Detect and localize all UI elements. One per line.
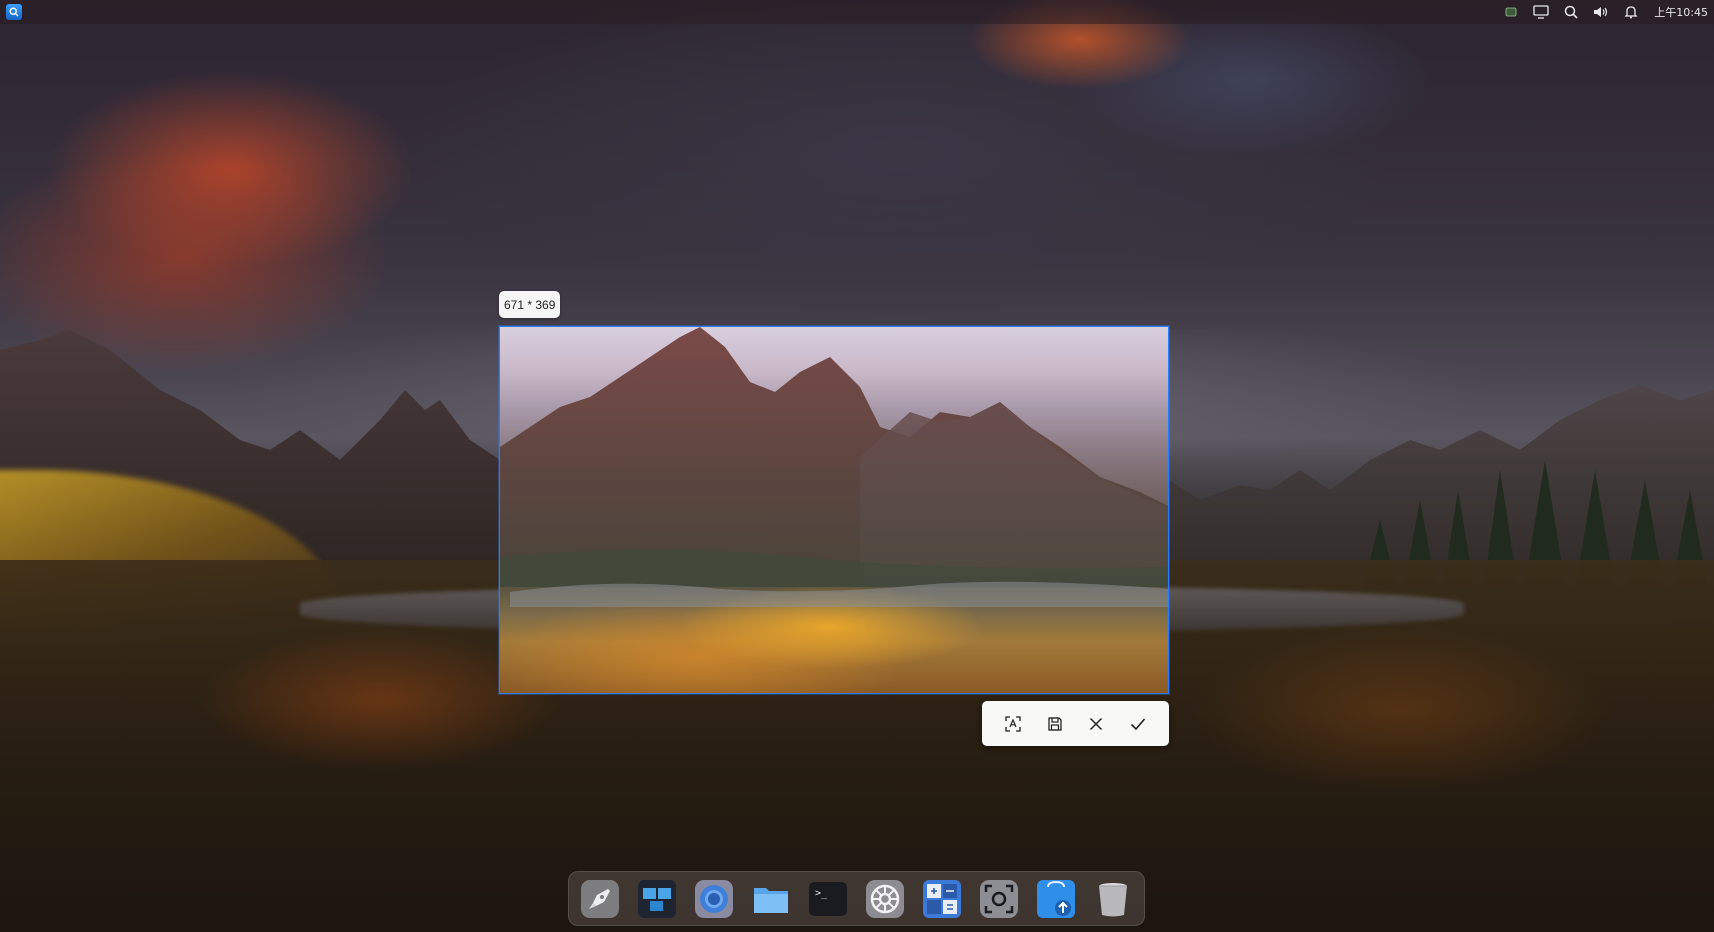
confirm-button[interactable] xyxy=(1122,708,1154,740)
selection-size-label: 671 * 369 xyxy=(499,291,561,318)
folder-icon xyxy=(754,887,789,913)
browser-icon xyxy=(695,879,734,918)
dock-control-center[interactable] xyxy=(862,876,909,922)
save-button[interactable] xyxy=(1039,708,1071,740)
screenshot-selection-area[interactable] xyxy=(499,326,1169,694)
dock-terminal[interactable]: >_ xyxy=(805,876,852,922)
camera-icon xyxy=(979,879,1018,918)
dock-screen-capture[interactable] xyxy=(975,876,1022,922)
dock-trash[interactable] xyxy=(1089,876,1136,922)
dock-calculator[interactable] xyxy=(918,876,965,922)
clock[interactable]: 上午10:45 xyxy=(1654,4,1708,20)
settings-gear-icon xyxy=(865,879,904,918)
volume-icon[interactable] xyxy=(1592,3,1610,21)
dock-file-manager[interactable] xyxy=(748,876,795,922)
calculator-icon xyxy=(922,879,961,918)
notification-bell-icon[interactable] xyxy=(1622,3,1640,21)
system-tray: 上午10:45 xyxy=(1502,0,1708,24)
terminal-prompt: >_ xyxy=(815,888,828,899)
input-method-icon[interactable] xyxy=(1502,3,1520,21)
search-glyph-icon xyxy=(9,7,19,17)
selection-mountains xyxy=(500,327,1168,607)
ocr-button[interactable] xyxy=(997,708,1029,740)
cancel-button[interactable] xyxy=(1080,708,1112,740)
terminal-icon: >_ xyxy=(809,881,848,916)
display-icon[interactable] xyxy=(1532,3,1550,21)
screenshot-toolbar xyxy=(982,701,1169,746)
dock-launcher[interactable] xyxy=(577,876,624,922)
save-icon xyxy=(1047,716,1062,731)
app-store-icon xyxy=(1036,879,1075,918)
top-panel: 上午10:45 xyxy=(0,0,1714,24)
rocket-icon xyxy=(581,879,620,918)
trash-icon xyxy=(1098,882,1127,916)
ocr-scan-icon xyxy=(1005,715,1021,732)
dock-app-store[interactable] xyxy=(1032,876,1079,922)
dock-browser[interactable] xyxy=(691,876,738,922)
dock: >_ xyxy=(568,871,1145,926)
close-icon xyxy=(1090,717,1103,730)
check-icon xyxy=(1131,717,1146,730)
launcher-icon[interactable] xyxy=(6,4,22,20)
dock-multitasking-view[interactable] xyxy=(634,876,681,922)
multitask-icon xyxy=(638,879,677,918)
search-icon[interactable] xyxy=(1562,3,1580,21)
